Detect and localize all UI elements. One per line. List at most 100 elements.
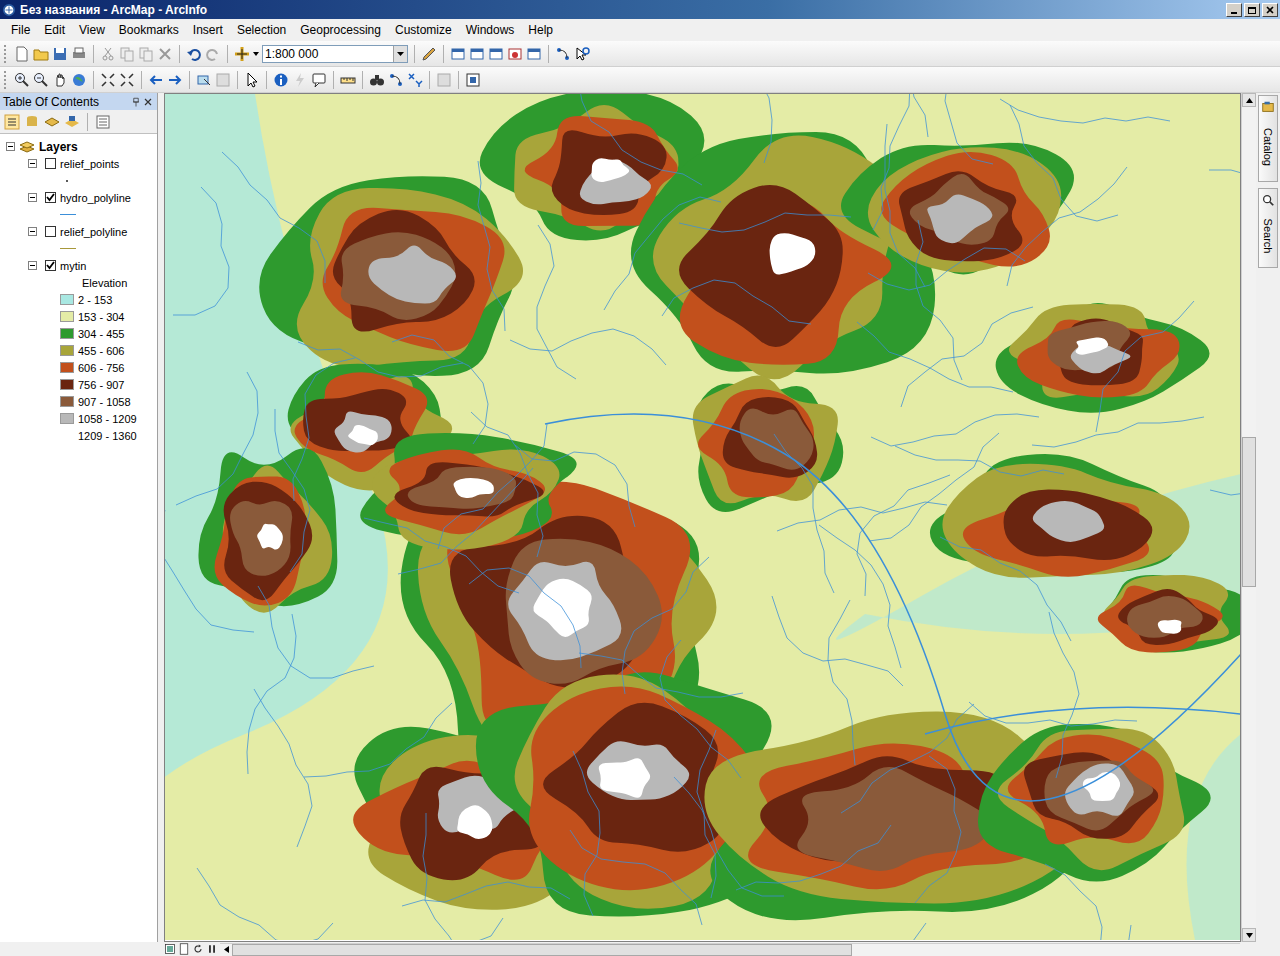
class-swatch[interactable] <box>60 379 74 390</box>
scale-value[interactable]: 1:800 000 <box>263 47 393 61</box>
root-label[interactable]: Layers <box>39 140 78 154</box>
layer-row[interactable]: relief_polyline <box>0 223 157 240</box>
expand-toggle[interactable] <box>28 261 37 270</box>
legend-class-row[interactable]: 756 - 907 <box>0 376 157 393</box>
info-icon[interactable] <box>273 72 289 88</box>
layer-checkbox[interactable] <box>45 158 56 169</box>
fwd-icon[interactable] <box>167 72 183 88</box>
class-label[interactable]: 606 - 756 <box>78 362 124 374</box>
redo-icon[interactable] <box>205 46 221 62</box>
side-tab-text[interactable]: Search <box>1262 219 1274 254</box>
copy-icon[interactable] <box>138 46 154 62</box>
back-icon[interactable] <box>148 72 164 88</box>
win-icon[interactable] <box>488 46 504 62</box>
fixin-icon[interactable] <box>119 72 135 88</box>
class-swatch[interactable] <box>60 396 74 407</box>
catalog-icon[interactable] <box>1261 99 1275 115</box>
class-swatch[interactable] <box>60 430 74 441</box>
close-icon[interactable] <box>142 94 154 110</box>
line-symbol[interactable] <box>60 209 76 221</box>
list-by-source-icon[interactable] <box>24 114 40 130</box>
scroll-thumb[interactable] <box>232 944 852 956</box>
menu-item[interactable]: Insert <box>186 21 230 39</box>
legend-class-row[interactable]: 606 - 756 <box>0 359 157 376</box>
expand-toggle[interactable] <box>28 159 37 168</box>
class-swatch[interactable] <box>60 328 74 339</box>
scroll-left-button[interactable] <box>220 944 232 956</box>
arrow-icon[interactable] <box>244 72 260 88</box>
vertical-scrollbar[interactable] <box>1241 93 1256 942</box>
close-button[interactable] <box>1262 3 1278 17</box>
data-view-icon[interactable] <box>164 941 176 956</box>
layer-name[interactable]: relief_points <box>60 158 119 170</box>
route-icon[interactable] <box>388 72 404 88</box>
menu-item[interactable]: View <box>72 21 112 39</box>
legend-class-row[interactable]: 2 - 153 <box>0 291 157 308</box>
class-label[interactable]: 455 - 606 <box>78 345 124 357</box>
undo-icon[interactable] <box>186 46 202 62</box>
options-icon[interactable] <box>95 114 111 130</box>
layer-checkbox[interactable] <box>45 192 56 203</box>
pause-icon[interactable] <box>206 941 218 956</box>
win-icon[interactable] <box>450 46 466 62</box>
legend-class-row[interactable]: 1209 - 1360 <box>0 427 157 444</box>
win-icon[interactable] <box>526 46 542 62</box>
layer-checkbox[interactable] <box>45 260 56 271</box>
scroll-thumb[interactable] <box>1242 437 1256 587</box>
class-swatch[interactable] <box>60 311 74 322</box>
flash-icon[interactable] <box>292 72 308 88</box>
layer-row[interactable]: mytin <box>0 257 157 274</box>
scale-combo[interactable]: 1:800 000 <box>262 45 408 63</box>
class-label[interactable]: 756 - 907 <box>78 379 124 391</box>
grey-icon[interactable] <box>215 72 231 88</box>
zout-icon[interactable] <box>33 72 49 88</box>
layer-row[interactable]: hydro_polyline <box>0 189 157 206</box>
grey-icon[interactable] <box>436 72 452 88</box>
class-swatch[interactable] <box>60 345 74 356</box>
ruler-icon[interactable] <box>340 72 356 88</box>
legend-class-row[interactable]: 455 - 606 <box>0 342 157 359</box>
menu-item[interactable]: Windows <box>459 21 522 39</box>
class-swatch[interactable] <box>60 413 74 424</box>
root-row[interactable]: Layers <box>0 138 157 155</box>
point-symbol[interactable] <box>60 175 74 187</box>
del-icon[interactable] <box>157 46 173 62</box>
side-tab-text[interactable]: Catalog <box>1262 128 1274 166</box>
scroll-track[interactable] <box>1242 107 1256 928</box>
sel-icon[interactable] <box>196 72 212 88</box>
menu-item[interactable]: Geoprocessing <box>293 21 388 39</box>
line-symbol[interactable] <box>60 243 76 255</box>
view-icon[interactable] <box>465 72 481 88</box>
arcmap-logo-icon[interactable] <box>2 2 16 18</box>
menu-item[interactable]: Selection <box>230 21 293 39</box>
list-by-selection-icon[interactable] <box>64 114 80 130</box>
restore-button[interactable] <box>1244 3 1260 17</box>
legend-class-row[interactable]: 907 - 1058 <box>0 393 157 410</box>
search-icon[interactable] <box>1261 192 1275 208</box>
expand-toggle[interactable] <box>28 193 37 202</box>
menu-item[interactable]: Edit <box>37 21 72 39</box>
layer-name[interactable]: relief_polyline <box>60 226 127 238</box>
class-label[interactable]: 1209 - 1360 <box>78 430 137 442</box>
horizontal-scrollbar[interactable] <box>220 943 1240 956</box>
class-swatch[interactable] <box>60 362 74 373</box>
minimize-button[interactable] <box>1226 3 1242 17</box>
refresh-icon[interactable] <box>192 941 204 956</box>
save-icon[interactable] <box>52 46 68 62</box>
combo-arrow-icon[interactable] <box>393 46 407 62</box>
class-swatch[interactable] <box>60 294 74 305</box>
globe-icon[interactable] <box>71 72 87 88</box>
menu-item[interactable]: Bookmarks <box>112 21 186 39</box>
layer-row[interactable]: relief_points <box>0 155 157 172</box>
dropdown-arrow-icon[interactable] <box>253 46 259 62</box>
open-icon[interactable] <box>33 46 49 62</box>
class-label[interactable]: 907 - 1058 <box>78 396 131 408</box>
bubble-icon[interactable] <box>311 72 327 88</box>
layer-checkbox[interactable] <box>45 226 56 237</box>
class-label[interactable]: 153 - 304 <box>78 311 124 323</box>
map-view[interactable] <box>164 93 1241 942</box>
pin-icon[interactable] <box>130 94 142 110</box>
legend-class-row[interactable]: 304 - 455 <box>0 325 157 342</box>
legend-class-row[interactable]: 1058 - 1209 <box>0 410 157 427</box>
win-icon[interactable] <box>469 46 485 62</box>
